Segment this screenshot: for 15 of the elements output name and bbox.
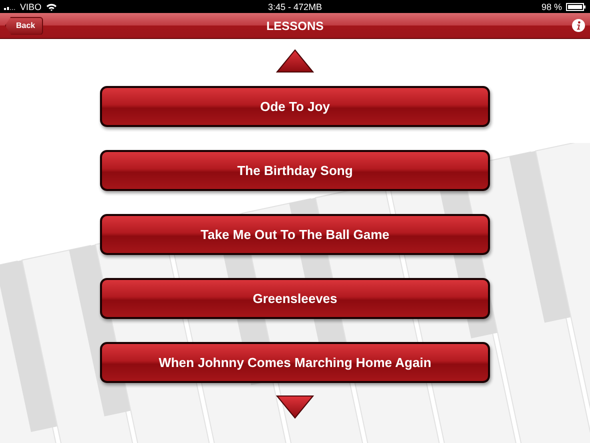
nav-title: LESSONS bbox=[266, 18, 324, 32]
battery-percent: 98 % bbox=[541, 2, 562, 12]
scroll-down-button[interactable] bbox=[276, 395, 314, 419]
info-icon[interactable] bbox=[572, 19, 585, 32]
battery-icon bbox=[566, 2, 586, 10]
lesson-button[interactable]: Ode To Joy bbox=[100, 86, 490, 127]
lesson-button[interactable]: Greensleeves bbox=[100, 278, 490, 319]
scroll-up-button[interactable] bbox=[276, 49, 314, 73]
lesson-button[interactable]: When Johnny Comes Marching Home Again bbox=[100, 342, 490, 383]
carrier-name: VIBO bbox=[20, 2, 42, 12]
lesson-button[interactable]: The Birthday Song bbox=[100, 150, 490, 191]
lesson-button[interactable]: Take Me Out To The Ball Game bbox=[100, 214, 490, 255]
back-button[interactable]: Back bbox=[5, 16, 44, 34]
status-time: 3:45 - 472MB bbox=[268, 2, 322, 12]
wifi-icon bbox=[46, 2, 57, 10]
